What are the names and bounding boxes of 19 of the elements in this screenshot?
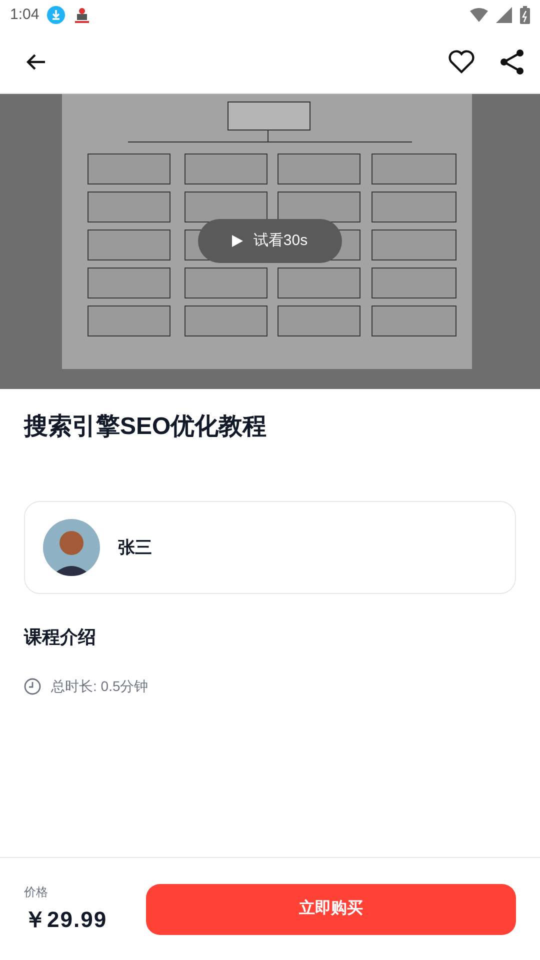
buy-button[interactable]: 立即购买 (146, 884, 516, 934)
course-title: 搜索引擎SEO优化教程 (24, 412, 268, 442)
signal-icon (496, 7, 512, 23)
app-icon (73, 6, 92, 24)
status-time: 1:04 (10, 4, 40, 25)
price-text: ￥29.99 (24, 906, 108, 934)
download-icon (47, 6, 66, 24)
share-icon (499, 48, 525, 74)
battery-icon (520, 6, 530, 24)
section-heading: 课程介绍 (24, 626, 97, 649)
duration-text: 总时长: 0.5分钟 (51, 677, 148, 696)
wifi-icon (470, 8, 488, 22)
share-button[interactable] (498, 48, 526, 76)
play-icon (232, 235, 244, 247)
teacher-name: 张三 (118, 536, 152, 559)
clock-icon (24, 678, 41, 695)
heart-icon (448, 50, 474, 74)
preview-button[interactable]: 试看30s (198, 219, 342, 263)
price-label: 价格 (24, 884, 49, 900)
